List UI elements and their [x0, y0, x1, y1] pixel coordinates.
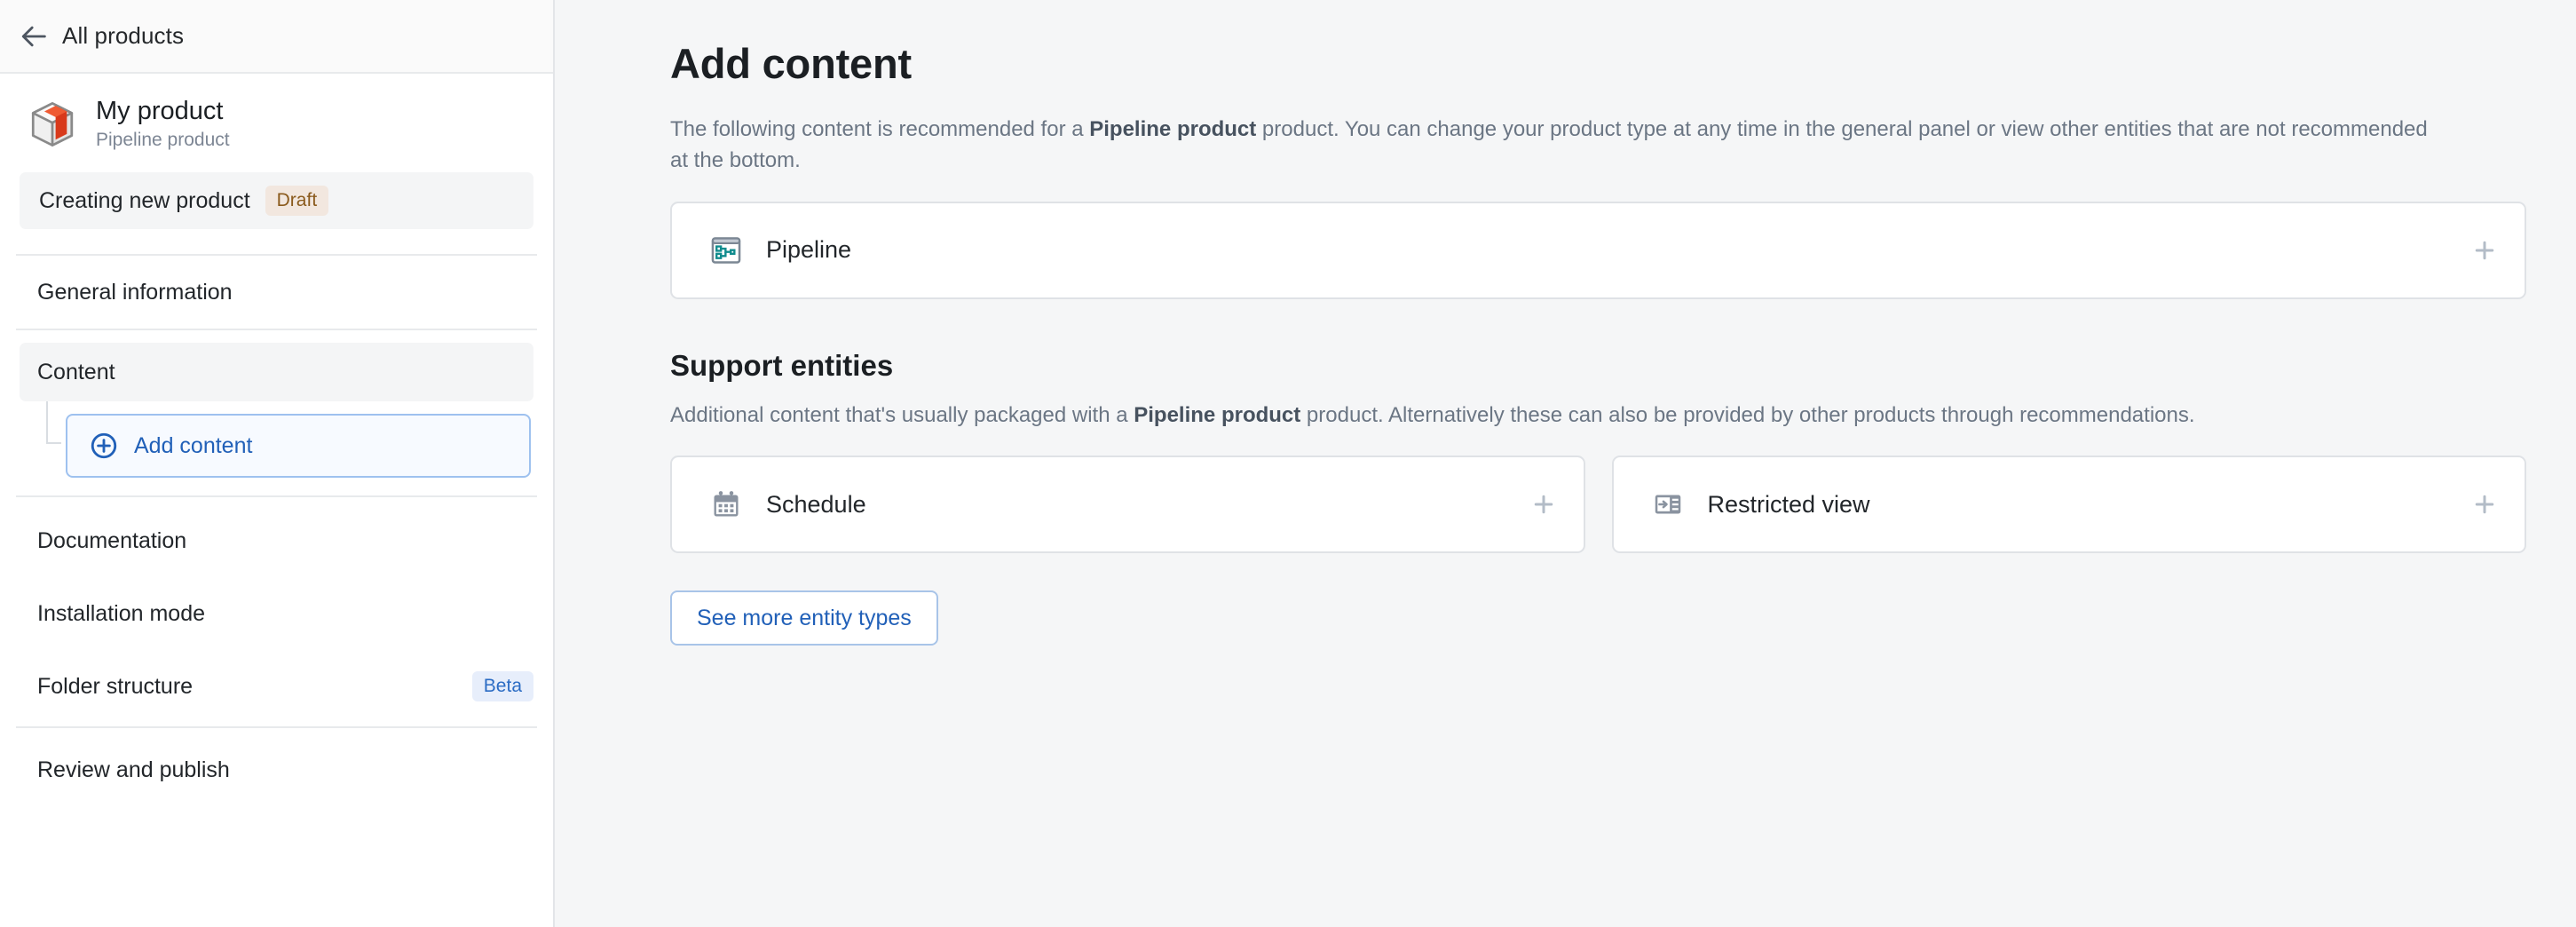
product-name: My product	[96, 97, 224, 125]
see-more-entity-types-button[interactable]: See more entity types	[670, 590, 938, 646]
sidebar-item-label: Documentation	[37, 527, 187, 553]
tree-line	[46, 401, 48, 445]
app-root: All products My product Pipeline product…	[0, 0, 2576, 927]
support-description-part2: product. Alternatively these can also be…	[1300, 402, 2195, 427]
creating-label: Creating new product	[39, 187, 250, 213]
creating-new-product-row[interactable]: Creating new product Draft	[20, 172, 533, 230]
product-header: My product Pipeline product	[0, 74, 553, 170]
see-more-label: See more entity types	[697, 605, 912, 630]
back-to-all-products[interactable]: All products	[0, 0, 553, 74]
restricted-view-icon	[1651, 487, 1685, 521]
sidebar-item-content[interactable]: Content	[20, 343, 533, 402]
divider	[16, 726, 537, 729]
entity-card-title: Restricted view	[1707, 490, 1870, 518]
plus-icon[interactable]	[2469, 235, 2500, 265]
entity-card-title: Pipeline	[766, 236, 852, 264]
add-content-label: Add content	[134, 432, 253, 458]
page-description-bold: Pipeline product	[1089, 117, 1257, 141]
back-link-label: All products	[62, 22, 185, 49]
sidebar-item-label: Review and publish	[37, 757, 230, 782]
tree-elbow	[46, 442, 61, 445]
support-description-part1: Additional content that's usually packag…	[670, 402, 1134, 427]
entity-card-schedule[interactable]: Schedule	[670, 456, 1585, 554]
entity-card-pipeline[interactable]: Pipeline	[670, 201, 2526, 299]
calendar-icon	[709, 487, 743, 521]
sidebar-item-label: Folder structure	[37, 673, 194, 699]
page-description-part1: The following content is recommended for…	[670, 117, 1090, 141]
arrow-left-icon	[20, 21, 50, 52]
sidebar-item-documentation[interactable]: Documentation	[0, 504, 553, 577]
sidebar-item-review-and-publish[interactable]: Review and publish	[0, 733, 553, 806]
plus-circle-icon	[89, 431, 119, 461]
sidebar-nav: General information Content Add content …	[0, 256, 553, 806]
support-entities-grid: Schedule Restricted view	[670, 456, 2526, 554]
sidebar-item-general-information[interactable]: General information	[0, 256, 553, 329]
status-badge: Draft	[265, 186, 329, 217]
support-entities-description: Additional content that's usually packag…	[670, 400, 2446, 432]
divider	[16, 329, 537, 331]
sidebar: All products My product Pipeline product…	[0, 0, 555, 927]
add-content-button[interactable]: Add content	[66, 414, 531, 479]
product-text: My product Pipeline product	[96, 97, 230, 151]
product-type: Pipeline product	[96, 130, 230, 151]
sidebar-subnav-content: Add content	[0, 401, 553, 495]
page-description: The following content is recommended for…	[670, 115, 2446, 177]
page-title: Add content	[670, 40, 912, 87]
sidebar-item-installation-mode[interactable]: Installation mode	[0, 577, 553, 650]
beta-badge: Beta	[471, 671, 533, 702]
support-entities-title: Support entities	[670, 348, 894, 382]
sidebar-item-label: Installation mode	[37, 600, 206, 626]
pipeline-icon	[709, 234, 743, 267]
sidebar-item-folder-structure[interactable]: Folder structure Beta	[0, 650, 553, 723]
main-content: Add content The following content is rec…	[555, 0, 2576, 927]
plus-icon[interactable]	[2469, 489, 2500, 519]
entity-card-title: Schedule	[766, 490, 866, 518]
divider	[16, 495, 537, 498]
package-box-icon	[27, 99, 78, 150]
sidebar-item-label: General information	[37, 279, 233, 305]
support-description-bold: Pipeline product	[1134, 402, 1301, 427]
sidebar-item-label: Content	[37, 359, 115, 384]
plus-icon[interactable]	[1529, 489, 1559, 519]
entity-card-restricted-view[interactable]: Restricted view	[1611, 456, 2526, 554]
